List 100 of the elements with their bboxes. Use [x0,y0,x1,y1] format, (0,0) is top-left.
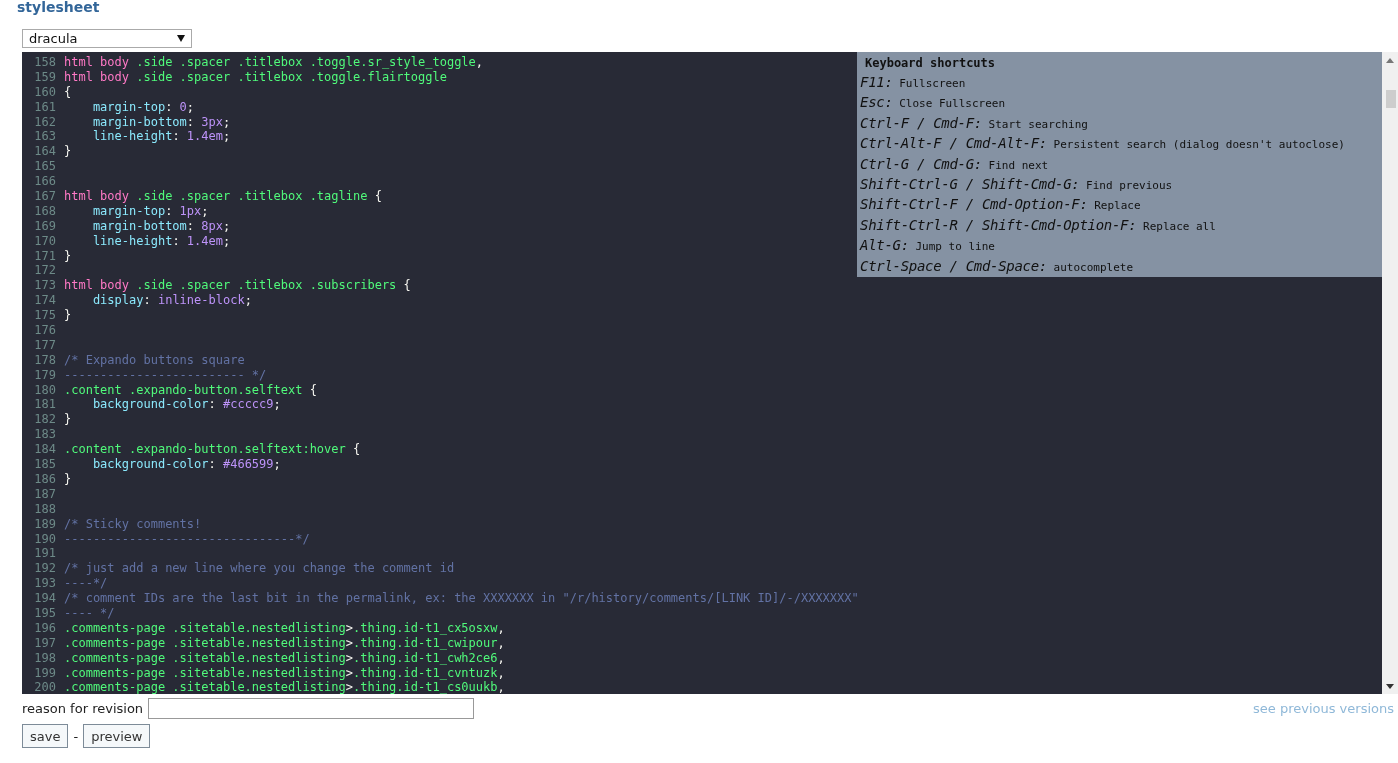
code-line: } [64,144,72,160]
scroll-down-icon[interactable] [1386,684,1394,689]
shortcut-item: Ctrl-Space / Cmd-Space: autocomplete [860,256,1135,276]
code-line: .comments-page .sitetable.nestedlisting>.thing.id-t1_cwh2ce6, [64,650,505,666]
line-number: 163 [33,129,57,145]
theme-select[interactable]: dracula [22,29,192,48]
line-number: 198 [33,650,57,666]
shortcut-item: Shift-Ctrl-F / Cmd-Option-F: Replace [860,195,1142,215]
code-line: } [64,412,72,428]
code-line: ----*/ [64,576,108,592]
scroll-thumb[interactable] [1386,90,1396,108]
line-number: 159 [33,69,57,85]
line-number: 173 [33,278,57,294]
line-number: 178 [33,352,57,368]
shortcut-item: Ctrl-G / Cmd-G: Find next [860,154,1050,174]
line-number: 161 [33,99,57,115]
shortcut-item: Shift-Ctrl-R / Shift-Cmd-Option-F: Replace all [860,215,1217,235]
line-number: 199 [33,665,57,681]
code-line: .content .expando-button.selftext:hover { [64,442,361,458]
line-number: 193 [33,576,57,592]
line-number: 170 [33,233,57,249]
line-number: 169 [33,218,57,234]
code-line: html body .side .spacer .titlebox .tagline { [64,189,382,204]
shortcut-item: Alt-G: Jump to line [860,236,996,256]
line-number: 164 [33,144,57,160]
code-line: html body .side .spacer .titlebox .subscribers { [64,278,411,294]
shortcut-item: Esc: Close Fullscreen [860,93,1007,113]
shortcut-item: Shift-Ctrl-G / Shift-Cmd-G: Find previous [860,174,1174,194]
line-number: 172 [33,263,57,279]
code-line: margin-top: 1px; [91,203,209,219]
code-line: { [64,84,72,100]
line-number: 171 [33,248,57,264]
line-number: 176 [33,323,57,338]
code-line: html body .side .spacer .titlebox .toggle.sr_style_toggle, [64,55,484,70]
code-line: .comments-page .sitetable.nestedlisting>.thing.id-t1_cs0uukb, [64,680,505,694]
line-number: 175 [33,308,57,324]
line-number: 183 [33,427,57,443]
code-line: margin-top: 0; [91,99,195,115]
line-number: 200 [33,680,57,694]
page-title: stylesheet [16,0,101,17]
revision-input[interactable] [148,698,475,719]
preview-button[interactable]: preview [83,724,151,748]
code-line: ------------------------- */ [64,367,267,383]
shortcut-item: F11: Fullscreen [860,73,967,92]
line-number: 181 [33,397,57,413]
shortcut-item: Ctrl-Alt-F / Cmd-Alt-F: Persistent search (dialog doesn't autoclose) [860,134,1346,154]
separator: - [73,728,79,744]
code-editor[interactable] [22,52,1398,694]
line-number: 194 [33,591,57,606]
code-line: /* just add a new line where you change the comment id [64,561,455,577]
line-number: 189 [33,516,57,532]
save-button[interactable]: save [22,724,69,748]
scroll-up-icon[interactable] [1386,58,1394,63]
line-number: 185 [33,457,57,472]
panel-title: Keyboard shortcuts [864,55,997,72]
code-line: html body .side .spacer .titlebox .toggle.flairtoggle [64,69,447,85]
code-line: } [64,471,72,487]
code-line: line-height: 1.4em; [91,129,231,145]
scrollbar[interactable] [1382,52,1398,694]
line-number: 182 [33,412,57,428]
code-line: /* Sticky comments! [64,516,202,532]
line-number: 196 [33,620,57,636]
code-line: .comments-page .sitetable.nestedlisting>.thing.id-t1_cwipour, [64,635,505,651]
line-number: 197 [33,635,57,651]
revision-label: reason for revision [22,701,144,716]
line-number: 168 [33,203,57,219]
line-number: 184 [33,442,57,458]
line-number: 186 [33,471,57,487]
line-number: 162 [33,114,57,130]
line-number: 174 [33,293,57,309]
dropdown-caret-icon [177,35,185,42]
line-number: 187 [33,486,57,502]
line-number: 180 [33,382,57,398]
line-number: 188 [33,501,57,517]
code-line: .comments-page .sitetable.nestedlisting>.thing.id-t1_cx5osxw, [64,620,505,636]
shortcut-item: Ctrl-F / Cmd-F: Start searching [860,113,1089,133]
code-line: .content .expando-button.selftext { [64,382,317,398]
code-line: .comments-page .sitetable.nestedlisting>.thing.id-t1_cvntuzk, [64,665,505,681]
line-number: 191 [33,546,57,562]
code-line: ---- */ [64,605,115,621]
line-number: 177 [33,337,57,353]
line-number: 160 [33,84,57,100]
code-line: } [64,248,72,264]
line-number: 192 [33,561,57,577]
code-line: /* comment IDs are the last bit in the permalink, ex: the XXXXXXX in "/r/history/comments/[LINK ID]/-/XXXXXXX" [64,591,859,606]
line-number: 195 [33,605,57,621]
line-number: 179 [33,367,57,383]
code-line: margin-bottom: 8px; [91,218,231,234]
code-line: /* Expando buttons square [64,352,245,368]
line-number: 167 [33,189,57,204]
code-line: } [64,308,72,324]
line-number: 158 [33,55,57,70]
code-line: display: inline-block; [91,293,252,309]
code-line: margin-bottom: 3px; [91,114,231,130]
code-line: line-height: 1.4em; [91,233,231,249]
line-number: 190 [33,531,57,547]
line-number: 165 [33,159,57,175]
code-line: background-color: #466599; [91,457,281,472]
code-line: --------------------------------*/ [64,531,310,547]
code-line: background-color: #ccccc9; [91,397,281,413]
